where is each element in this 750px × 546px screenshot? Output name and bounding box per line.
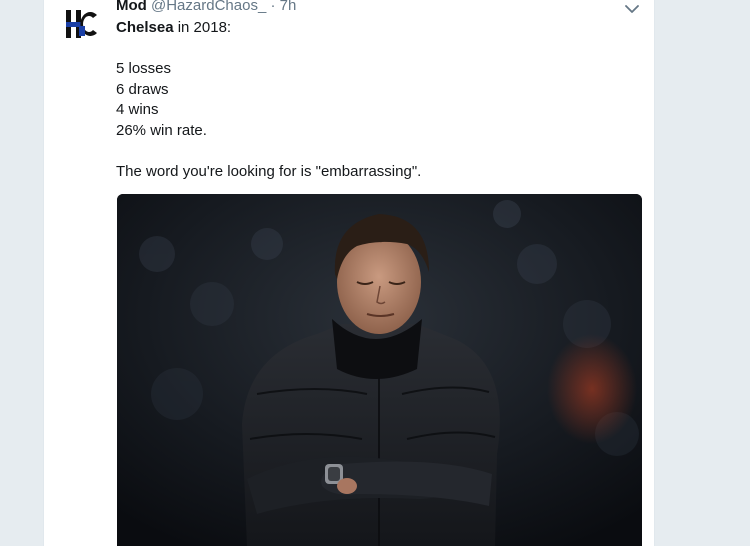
chevron-down-icon[interactable] — [624, 2, 640, 14]
stat-draws: 6 draws — [116, 80, 169, 98]
stat-losses: 5 losses — [116, 60, 172, 77]
photo-illustration — [117, 194, 642, 546]
team-name: Chelsea — [116, 19, 174, 36]
tweet-header: Mod @HazardChaos_ · 7h — [116, 0, 296, 15]
timestamp[interactable]: 7h — [280, 0, 297, 14]
handle[interactable]: @HazardChaos_ — [151, 0, 266, 14]
avatar[interactable] — [64, 6, 100, 42]
separator-dot: · — [270, 0, 276, 14]
stat-wins: 4 wins — [116, 101, 159, 118]
stat-win-rate: 26% win rate. — [116, 121, 207, 139]
display-name[interactable]: Mod — [116, 0, 147, 14]
tweet-line-1-rest: in 2018: — [173, 19, 232, 36]
tweet-photo[interactable] — [117, 194, 642, 546]
tweet-card[interactable]: Mod @HazardChaos_ · 7h Chelsea in 2018: … — [43, 0, 655, 546]
tweet-closing: The word you're looking for is "embarras… — [116, 162, 422, 180]
hc-logo-icon — [64, 6, 100, 42]
tweet-line-1: Chelsea in 2018: — [116, 18, 636, 39]
tweet-text: Chelsea in 2018: 5 losses 6 draws 4 wins… — [116, 18, 636, 182]
